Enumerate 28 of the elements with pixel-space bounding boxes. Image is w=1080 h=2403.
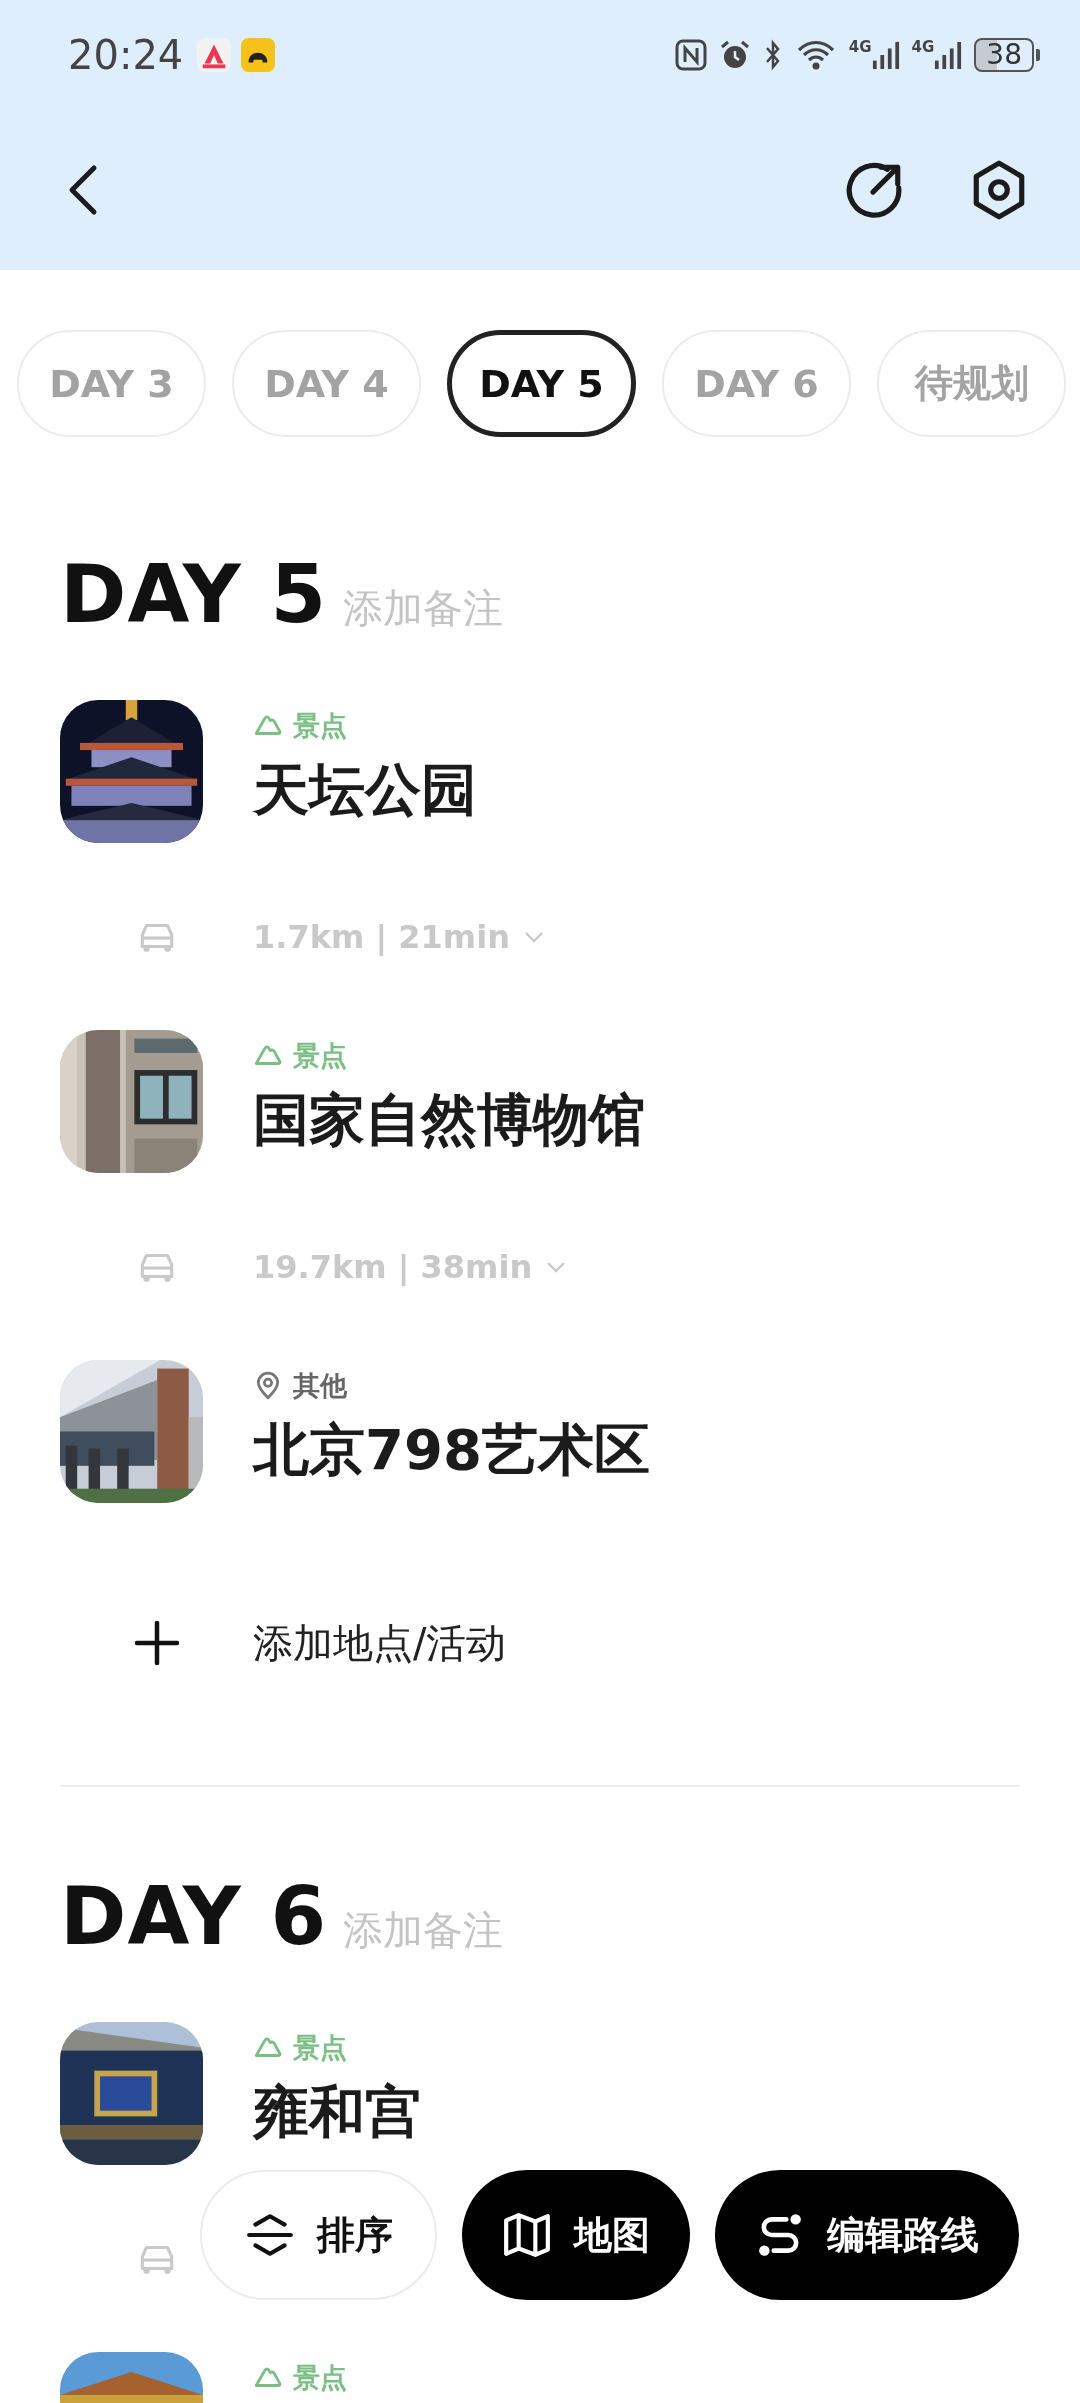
day-tab[interactable]: DAY 5 [447,330,636,437]
category-label: 其他 [293,1369,347,1403]
app-icon [241,38,276,72]
day-title: DAY 5 [60,547,328,643]
place-name[interactable]: 北京798艺术区 [253,1414,650,1486]
map-icon [502,2210,552,2260]
nfc-icon [674,39,707,71]
signal-icon [934,39,963,71]
battery-indicator: 38 [974,38,1034,72]
network-type-label: 4G [848,39,872,55]
category-label: 景点 [293,1039,347,1073]
action-button[interactable]: 编辑路线 [715,2170,1019,2300]
action-button[interactable]: 排序 [200,2170,437,2300]
app-icon [197,38,232,72]
network-type-label: 4G [911,39,935,55]
place-name[interactable]: 天坛公园 [253,754,477,826]
plus-icon[interactable] [134,1621,179,1665]
signal-icon [871,39,900,71]
place-name[interactable]: 国家自然博物馆 [253,1084,645,1156]
category-label: 景点 [293,2031,347,2065]
category-label: 景点 [293,2361,347,2395]
category-label: 景点 [293,709,347,743]
status-time: 20:24 [68,32,184,78]
add-place-link[interactable]: 添加地点/活动 [253,1615,507,1671]
day-title: DAY 6 [60,1869,328,1965]
action-button[interactable]: 地图 [462,2170,690,2300]
place-name[interactable]: 雍和宫 [253,2076,421,2148]
alarm-icon [718,39,751,71]
